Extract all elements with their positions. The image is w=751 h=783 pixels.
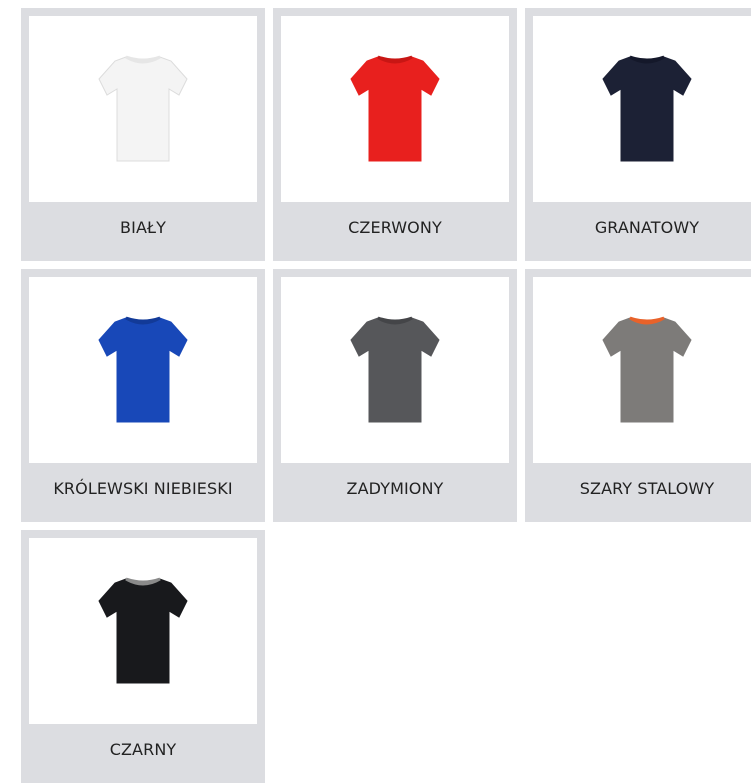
color-option-granatowy[interactable]: GRANATOWY <box>525 8 751 261</box>
color-option-szary-stalowy[interactable]: SZARY STALOWY <box>525 269 751 522</box>
tshirt-icon <box>98 55 188 162</box>
color-name: BIAŁY <box>120 217 166 237</box>
tshirt-icon <box>98 316 188 423</box>
tshirt-icon <box>350 55 440 162</box>
product-photo <box>533 16 751 202</box>
color-name: KRÓLEWSKI NIEBIESKI <box>53 478 233 498</box>
color-option-krolewski-niebieski[interactable]: KRÓLEWSKI NIEBIESKI <box>21 269 265 522</box>
tshirt-icon <box>98 577 188 684</box>
color-option-czerwony[interactable]: CZERWONY <box>273 8 517 261</box>
product-photo <box>281 16 509 202</box>
color-option-czarny[interactable]: CZARNY <box>21 530 265 783</box>
tshirt-icon <box>350 316 440 423</box>
color-name: ZADYMIONY <box>346 478 444 498</box>
color-option-zadymiony[interactable]: ZADYMIONY <box>273 269 517 522</box>
product-photo <box>29 277 257 463</box>
color-name: CZERWONY <box>348 217 442 237</box>
product-photo <box>29 538 257 724</box>
product-photo <box>533 277 751 463</box>
tshirt-icon <box>602 55 692 162</box>
color-option-bialy[interactable]: BIAŁY <box>21 8 265 261</box>
tshirt-icon <box>602 316 692 423</box>
product-photo <box>281 277 509 463</box>
color-name: CZARNY <box>109 739 177 759</box>
product-photo <box>29 16 257 202</box>
color-name: GRANATOWY <box>594 217 700 237</box>
color-name: SZARY STALOWY <box>579 478 715 498</box>
